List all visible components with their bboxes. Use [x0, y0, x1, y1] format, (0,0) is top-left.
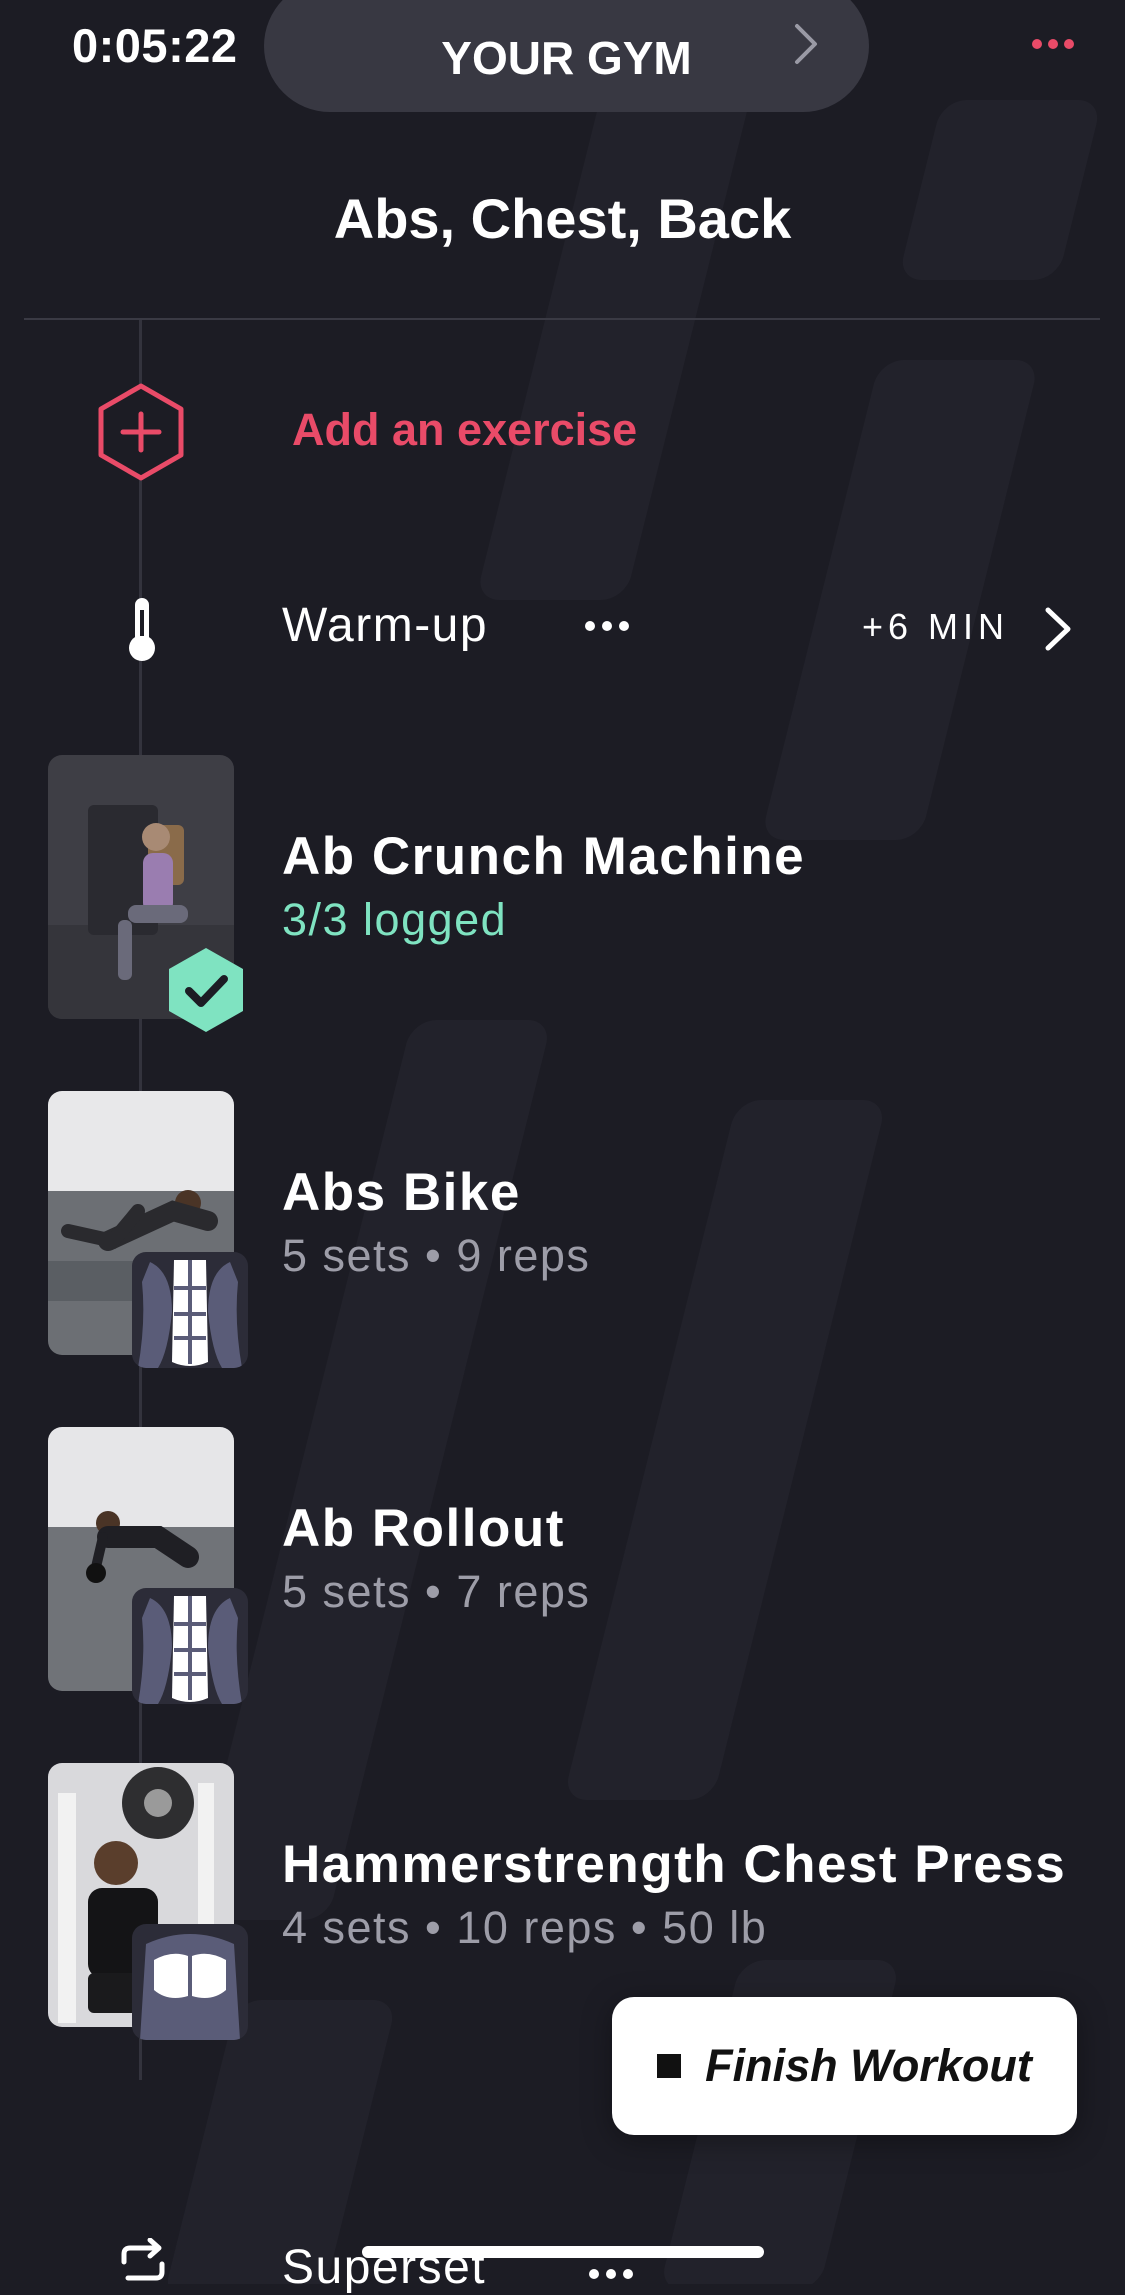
completed-check-icon	[169, 948, 243, 1032]
exercise-detail: 4 sets • 10 reps • 50 lb	[282, 1902, 768, 1953]
home-indicator	[362, 2246, 764, 2258]
thermometer-icon	[129, 598, 155, 661]
exercise-detail: 5 sets • 7 reps	[282, 1566, 591, 1617]
exercise-name[interactable]: Ab Crunch Machine	[282, 826, 805, 887]
more-options-icon[interactable]	[1011, 24, 1091, 64]
finish-workout-button[interactable]: Finish Workout	[612, 1997, 1077, 2135]
header-divider	[24, 318, 1100, 320]
warmup-duration[interactable]: +6 MIN	[862, 606, 1009, 648]
chevron-right-icon	[795, 24, 817, 64]
hexagon-plus-icon[interactable]	[96, 382, 186, 482]
workout-title: Abs, Chest, Back	[333, 187, 792, 250]
repeat-icon	[121, 2238, 165, 2281]
gym-selector-button[interactable]: YOUR GYM	[264, 0, 869, 112]
workout-timer: 0:05:22	[72, 19, 238, 72]
muscle-group-badge	[132, 1924, 248, 2040]
warmup-label[interactable]: Warm-up	[282, 598, 488, 653]
warmup-options-icon[interactable]	[582, 614, 632, 638]
chevron-right-icon[interactable]	[1040, 604, 1076, 654]
exercise-name[interactable]: Abs Bike	[282, 1162, 521, 1223]
finish-workout-label: Finish Workout	[705, 2040, 1032, 2091]
add-exercise-link[interactable]: Add an exercise	[292, 404, 637, 456]
exercise-detail: 5 sets • 9 reps	[282, 1230, 591, 1281]
exercise-name[interactable]: Hammerstrength Chest Press	[282, 1834, 1066, 1895]
superset-options-icon[interactable]	[586, 2262, 636, 2286]
muscle-group-badge	[132, 1588, 248, 1704]
muscle-group-badge	[132, 1252, 248, 1368]
stop-icon	[657, 2054, 682, 2078]
exercise-name[interactable]: Ab Rollout	[282, 1498, 565, 1559]
exercise-detail: 3/3 logged	[282, 894, 508, 945]
gym-label: YOUR GYM	[441, 32, 692, 84]
